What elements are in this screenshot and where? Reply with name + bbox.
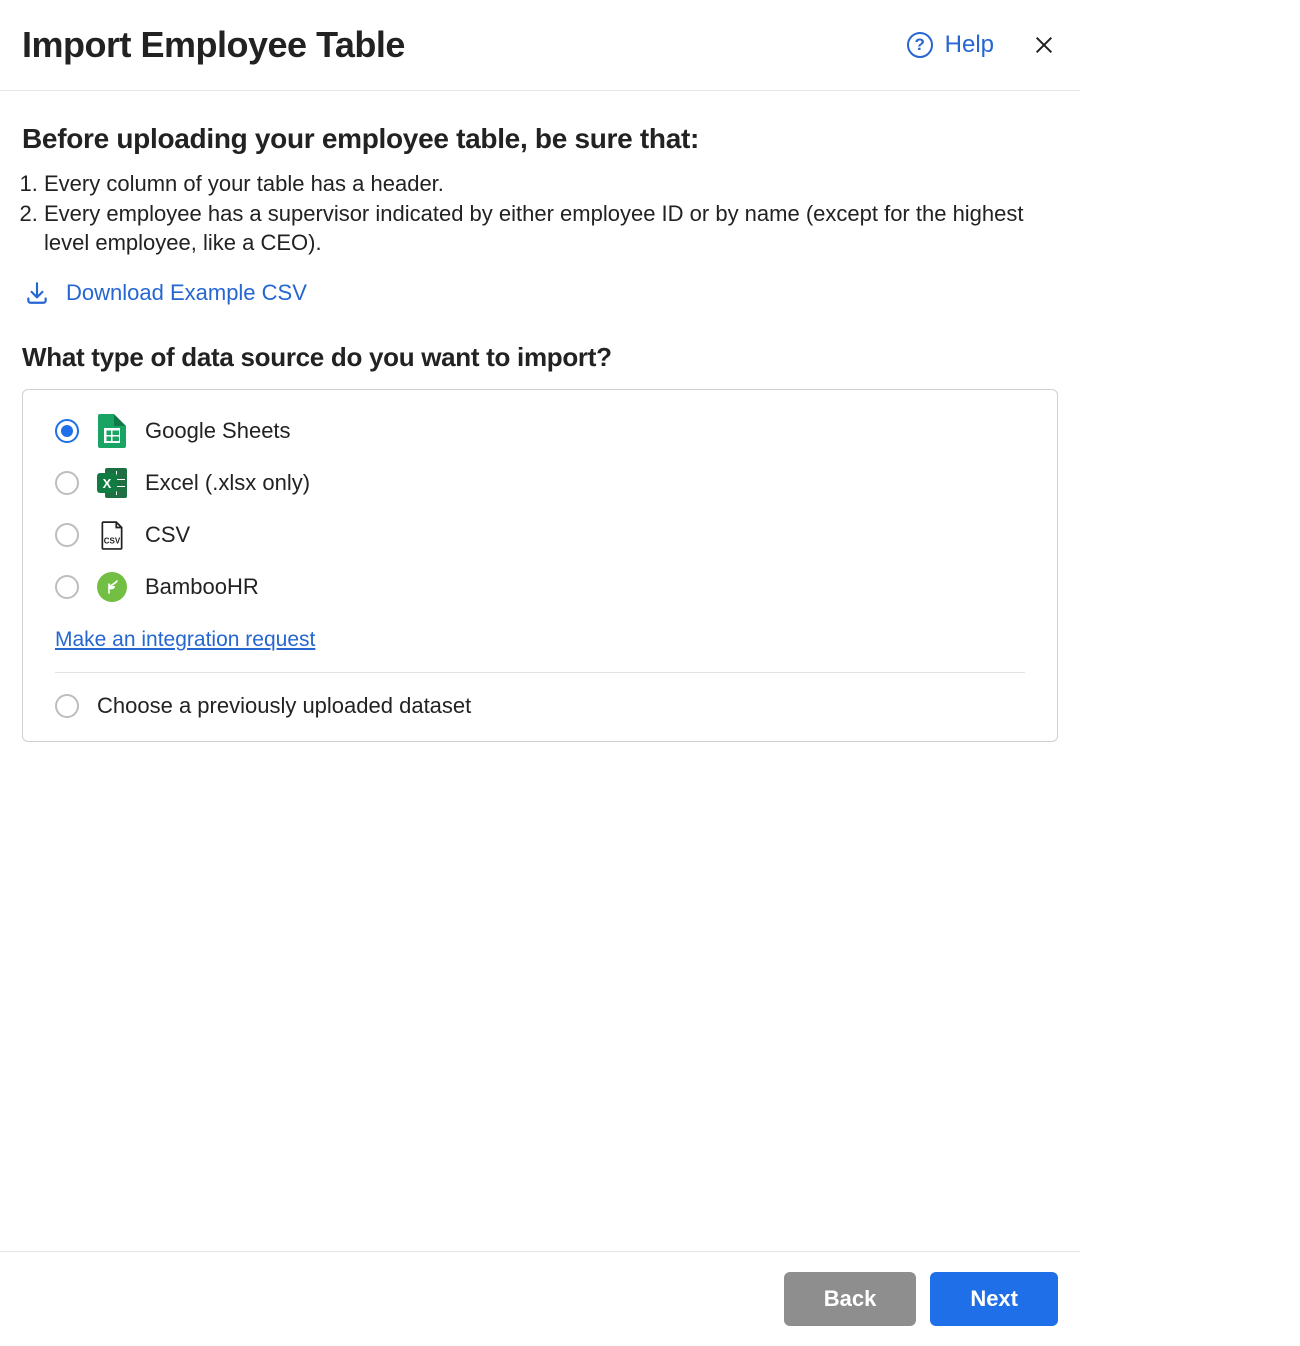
radio-button[interactable] <box>55 575 79 599</box>
radio-button[interactable] <box>55 694 79 718</box>
source-label: CSV <box>145 522 190 548</box>
data-source-options: Google Sheets X Excel (.xlsx only) CSV <box>22 389 1058 742</box>
bamboohr-icon <box>97 572 127 602</box>
source-label: BambooHR <box>145 574 259 600</box>
source-label: Excel (.xlsx only) <box>145 470 310 496</box>
close-button[interactable] <box>1030 31 1058 59</box>
data-source-question: What type of data source do you want to … <box>22 342 1058 373</box>
page-title: Import Employee Table <box>22 24 405 66</box>
header-actions: ? Help <box>907 31 1058 59</box>
instruction-item: Every employee has a supervisor indicate… <box>44 199 1058 258</box>
excel-icon: X <box>97 468 127 498</box>
google-sheets-icon <box>97 416 127 446</box>
radio-button[interactable] <box>55 471 79 495</box>
csv-icon: CSV <box>97 520 127 550</box>
source-option-previous-dataset[interactable]: Choose a previously uploaded dataset <box>55 693 1025 719</box>
dialog-header: Import Employee Table ? Help <box>0 0 1080 91</box>
dialog-content: Before uploading your employee table, be… <box>0 91 1080 742</box>
source-label: Choose a previously uploaded dataset <box>97 693 471 719</box>
before-subtitle: Before uploading your employee table, be… <box>22 123 1058 155</box>
next-button[interactable]: Next <box>930 1272 1058 1326</box>
svg-text:CSV: CSV <box>104 537 121 546</box>
divider <box>55 672 1025 673</box>
integration-request-link[interactable]: Make an integration request <box>55 628 315 652</box>
help-link[interactable]: ? Help <box>907 31 994 59</box>
source-option-excel[interactable]: X Excel (.xlsx only) <box>55 468 1025 498</box>
download-example-csv-link[interactable]: Download Example CSV <box>24 280 307 306</box>
instruction-item: Every column of your table has a header. <box>44 169 1058 199</box>
close-icon <box>1033 34 1055 56</box>
dialog-footer: Back Next <box>0 1251 1080 1346</box>
back-button[interactable]: Back <box>784 1272 917 1326</box>
instructions-list: Every column of your table has a header.… <box>22 169 1058 258</box>
help-icon: ? <box>907 32 933 58</box>
source-option-csv[interactable]: CSV CSV <box>55 520 1025 550</box>
download-label: Download Example CSV <box>66 280 307 306</box>
download-icon <box>24 280 50 306</box>
source-option-google-sheets[interactable]: Google Sheets <box>55 416 1025 446</box>
radio-button[interactable] <box>55 523 79 547</box>
source-option-bamboohr[interactable]: BambooHR <box>55 572 1025 602</box>
radio-button[interactable] <box>55 419 79 443</box>
source-label: Google Sheets <box>145 418 291 444</box>
help-label: Help <box>945 31 994 59</box>
